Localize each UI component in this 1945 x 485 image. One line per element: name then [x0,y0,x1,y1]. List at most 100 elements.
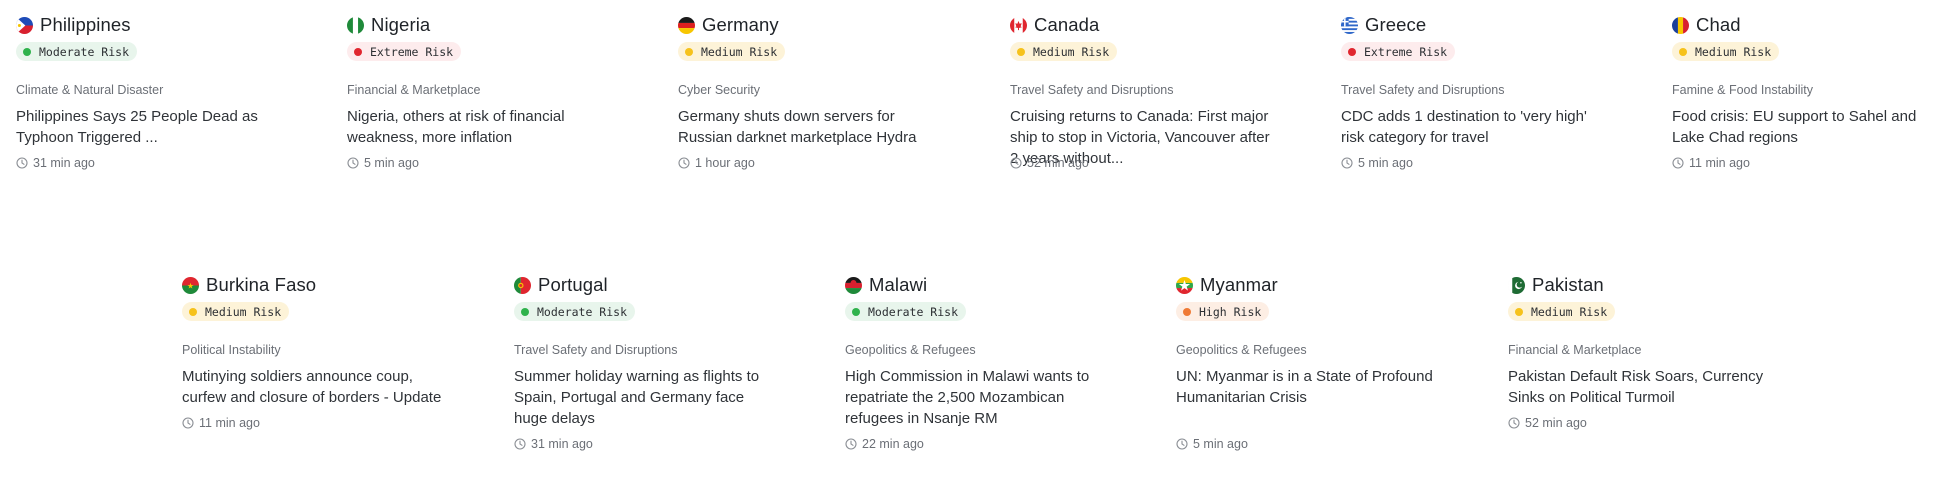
risk-badge: Moderate Risk [514,302,636,321]
canada-flag-icon [1010,16,1027,34]
country-name: Greece [1365,14,1427,35]
news-card-nigeria[interactable]: Nigeria Extreme Risk Financial & Marketp… [347,13,612,170]
category-label: Political Instability [182,343,281,357]
headline-link[interactable]: Food crisis: EU support to Sahel and Lak… [1672,106,1937,148]
country-name: Burkina Faso [206,274,317,295]
risk-dot-icon [685,47,693,56]
risk-label: Medium Risk [1531,304,1608,319]
category-label: Travel Safety and Disruptions [1341,83,1505,97]
risk-dot-icon [1515,307,1523,316]
risk-dot-icon [354,47,362,56]
country-name: Chad [1696,14,1741,35]
risk-dot-icon [1017,47,1025,56]
headline-link[interactable]: Germany shuts down servers for Russian d… [678,106,943,148]
category-label: Cyber Security [678,83,760,97]
risk-label: Medium Risk [701,44,778,59]
card-header: Germany [678,13,943,37]
risk-badge: Extreme Risk [347,42,462,61]
headline-link[interactable]: Pakistan Default Risk Soars, Currency Si… [1508,366,1773,408]
country-name: Canada [1034,14,1100,35]
clock-icon [1672,157,1684,169]
card-header: Malawi [845,273,1110,297]
timestamp-text: 5 min ago [1193,437,1248,451]
country-name: Myanmar [1200,274,1278,295]
news-card-canada[interactable]: Canada Medium Risk Travel Safety and Dis… [1010,13,1275,170]
risk-badge: Medium Risk [182,302,290,321]
headline-link[interactable]: UN: Myanmar is in a State of Profound Hu… [1176,366,1441,408]
timestamp: 5 min ago [1176,437,1248,451]
nigeria-flag-icon [347,16,364,34]
timestamp: 5 min ago [347,156,419,170]
category-label: Travel Safety and Disruptions [1010,83,1174,97]
clock-icon [1341,157,1353,169]
category-label: Travel Safety and Disruptions [514,343,678,357]
risk-badge: Medium Risk [678,42,786,61]
risk-dot-icon [23,47,31,56]
news-card-burkina-faso[interactable]: Burkina Faso Medium Risk Political Insta… [182,273,447,430]
risk-badge: Extreme Risk [1341,42,1456,61]
card-header: Canada [1010,13,1275,37]
risk-label: Medium Risk [1033,44,1110,59]
news-card-portugal[interactable]: Portugal Moderate Risk Travel Safety and… [514,273,779,451]
risk-label: Medium Risk [1695,44,1772,59]
news-card-malawi[interactable]: Malawi Moderate Risk Geopolitics & Refug… [845,273,1110,451]
category-label: Financial & Marketplace [347,83,481,97]
country-name: Malawi [869,274,928,295]
news-card-greece[interactable]: Greece Extreme Risk Travel Safety and Di… [1341,13,1606,170]
timestamp: 11 min ago [182,416,260,430]
timestamp: 31 min ago [16,156,95,170]
risk-dot-icon [189,307,197,316]
headline-link[interactable]: Summer holiday warning as flights to Spa… [514,366,779,429]
card-header: Philippines [16,13,281,37]
card-header: Burkina Faso [182,273,447,297]
card-header: Greece [1341,13,1606,37]
risk-label: Extreme Risk [370,44,454,59]
timestamp-text: 5 min ago [364,156,419,170]
card-header: Pakistan [1508,273,1773,297]
clock-icon [347,157,359,169]
risk-label: Medium Risk [205,304,282,319]
clock-icon [514,438,526,450]
risk-badge: Moderate Risk [845,302,967,321]
news-card-pakistan[interactable]: Pakistan Medium Risk Financial & Marketp… [1508,273,1773,430]
risk-dot-icon [1183,307,1191,316]
card-header: Chad [1672,13,1937,37]
news-card-myanmar[interactable]: Myanmar High Risk Geopolitics & Refugees… [1176,273,1441,451]
risk-label: Extreme Risk [1364,44,1448,59]
timestamp: 52 min ago [1010,156,1089,170]
timestamp: 52 min ago [1508,416,1587,430]
card-header: Portugal [514,273,779,297]
card-header: Myanmar [1176,273,1441,297]
risk-badge: High Risk [1176,302,1270,321]
timestamp: 31 min ago [514,437,593,451]
timestamp-text: 31 min ago [33,156,95,170]
news-card-philippines[interactable]: Philippines Moderate Risk Climate & Natu… [16,13,281,170]
risk-label: Moderate Risk [39,44,130,59]
timestamp: 1 hour ago [678,156,755,170]
risk-label: High Risk [1199,304,1262,319]
headline-link[interactable]: High Commission in Malawi wants to repat… [845,366,1110,429]
timestamp-text: 52 min ago [1027,156,1089,170]
risk-badge: Moderate Risk [16,42,138,61]
headline-link[interactable]: Mutinying soldiers announce coup, curfew… [182,366,447,408]
headline-link[interactable]: Philippines Says 25 People Dead as Typho… [16,106,281,148]
clock-icon [678,157,690,169]
headline-link[interactable]: Nigeria, others at risk of financial wea… [347,106,612,148]
clock-icon [1010,157,1022,169]
burkina-faso-flag-icon [182,276,199,294]
news-card-chad[interactable]: Chad Medium Risk Famine & Food Instabili… [1672,13,1937,170]
country-name: Germany [702,14,779,35]
clock-icon [1508,417,1520,429]
risk-badge: Medium Risk [1672,42,1780,61]
timestamp: 11 min ago [1672,156,1750,170]
card-header: Nigeria [347,13,612,37]
news-card-germany[interactable]: Germany Medium Risk Cyber Security Germa… [678,13,943,170]
country-name: Nigeria [371,14,431,35]
headline-link[interactable]: CDC adds 1 destination to 'very high' ri… [1341,106,1606,148]
risk-dot-icon [852,307,860,316]
myanmar-flag-icon [1176,276,1193,294]
greece-flag-icon [1341,16,1358,34]
timestamp-text: 11 min ago [1689,156,1750,170]
risk-dot-icon [521,307,529,316]
risk-dot-icon [1348,47,1356,56]
